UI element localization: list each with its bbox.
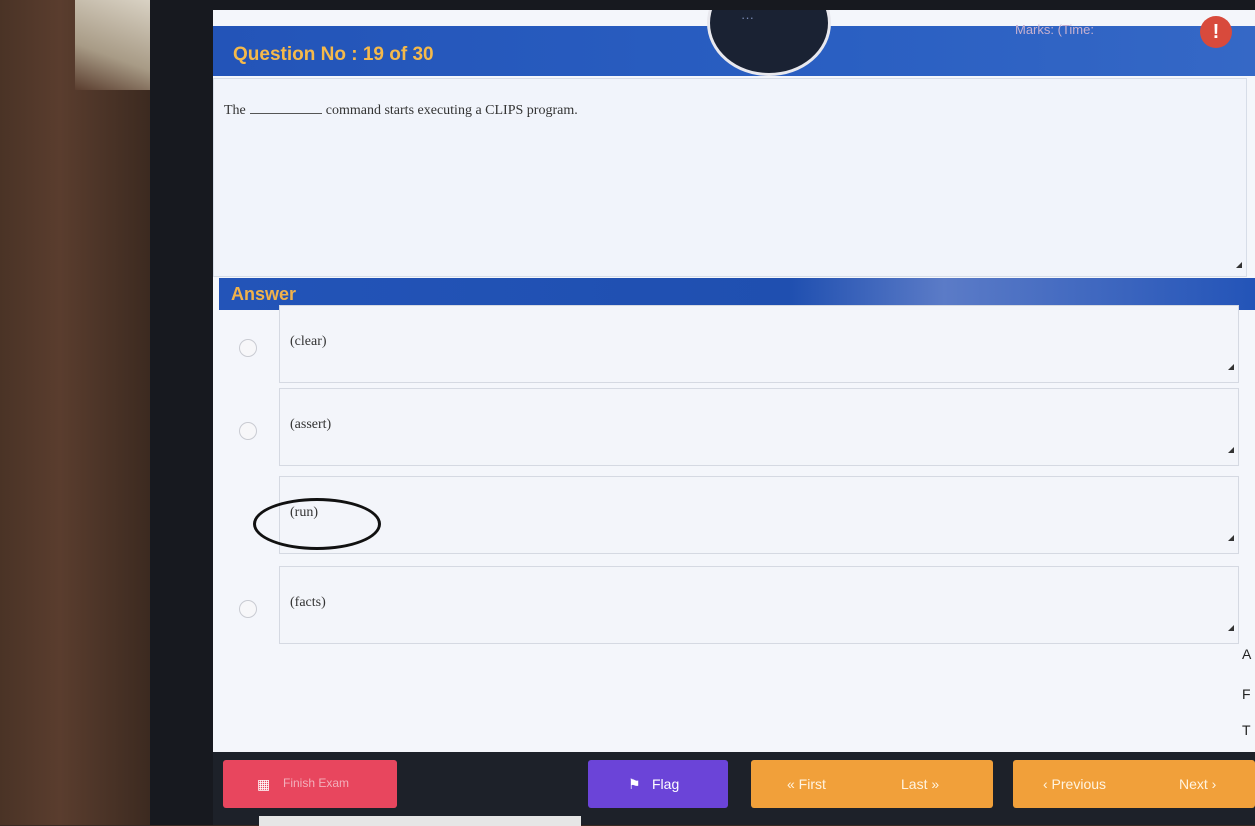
side-letter: A — [1242, 646, 1252, 662]
question-text-after: command starts executing a CLIPS program… — [325, 103, 578, 118]
background-light — [75, 0, 150, 90]
question-number: Question No : 19 of 30 — [233, 44, 434, 65]
flag-label: Flag — [652, 776, 680, 792]
first-button[interactable]: « First — [787, 776, 826, 792]
hand-drawn-circle-mark — [253, 498, 381, 550]
answer-option-run[interactable]: (run) — [227, 476, 1239, 558]
next-button[interactable]: Next › — [1179, 776, 1216, 792]
side-letter: T — [1242, 722, 1251, 738]
option-label: (assert) — [290, 417, 332, 432]
side-letter: F — [1242, 686, 1251, 702]
marks-label: Marks: (Time: — [1015, 22, 1094, 37]
previous-button[interactable]: ‹ Previous — [1043, 776, 1106, 792]
footer-nav: ▦ Finish Exam ⚑ Flag « First Last » ‹ Pr… — [213, 752, 1255, 826]
option-box[interactable]: (facts) — [279, 566, 1239, 644]
radio-button[interactable] — [239, 339, 257, 357]
resize-handle-icon[interactable] — [1228, 364, 1234, 370]
timer-value: ··· — [741, 10, 754, 25]
resize-handle-icon[interactable] — [1228, 447, 1234, 453]
radio-button[interactable] — [239, 600, 257, 618]
finish-exam-label: Finish Exam — [283, 776, 350, 790]
option-label: (facts) — [290, 595, 326, 610]
alert-icon[interactable]: ! — [1200, 16, 1232, 48]
option-box[interactable]: (run) — [279, 476, 1239, 554]
calendar-icon: ▦ — [257, 776, 271, 792]
answer-label: Answer — [231, 284, 297, 304]
exam-screen: Question No : 19 of 30 ··· Marks: (Time:… — [213, 10, 1255, 752]
option-box[interactable]: (clear) — [279, 305, 1239, 383]
flag-icon: ⚑ — [628, 776, 641, 792]
finish-exam-button[interactable]: ▦ Finish Exam — [223, 760, 397, 808]
resize-handle-icon[interactable] — [1228, 535, 1234, 541]
resize-handle-icon[interactable] — [1228, 625, 1234, 631]
prev-next-group: ‹ Previous Next › — [1013, 760, 1255, 808]
answer-option-facts[interactable]: (facts) — [227, 566, 1239, 648]
last-button[interactable]: Last » — [901, 776, 939, 792]
question-text-before: The — [224, 103, 246, 118]
question-blank — [249, 103, 322, 114]
question-text-area: The command starts executing a CLIPS prog… — [213, 78, 1247, 277]
background-wall — [0, 0, 150, 825]
resize-handle-icon[interactable] — [1236, 262, 1242, 268]
option-box[interactable]: (assert) — [279, 388, 1239, 466]
first-last-group: « First Last » — [751, 760, 993, 808]
flag-button[interactable]: ⚑ Flag — [588, 760, 728, 808]
answer-option-assert[interactable]: (assert) — [227, 388, 1239, 470]
answer-option-clear[interactable]: (clear) — [227, 305, 1239, 387]
radio-button[interactable] — [239, 422, 257, 440]
question-text: The command starts executing a CLIPS prog… — [224, 103, 578, 119]
option-label: (clear) — [290, 334, 327, 349]
